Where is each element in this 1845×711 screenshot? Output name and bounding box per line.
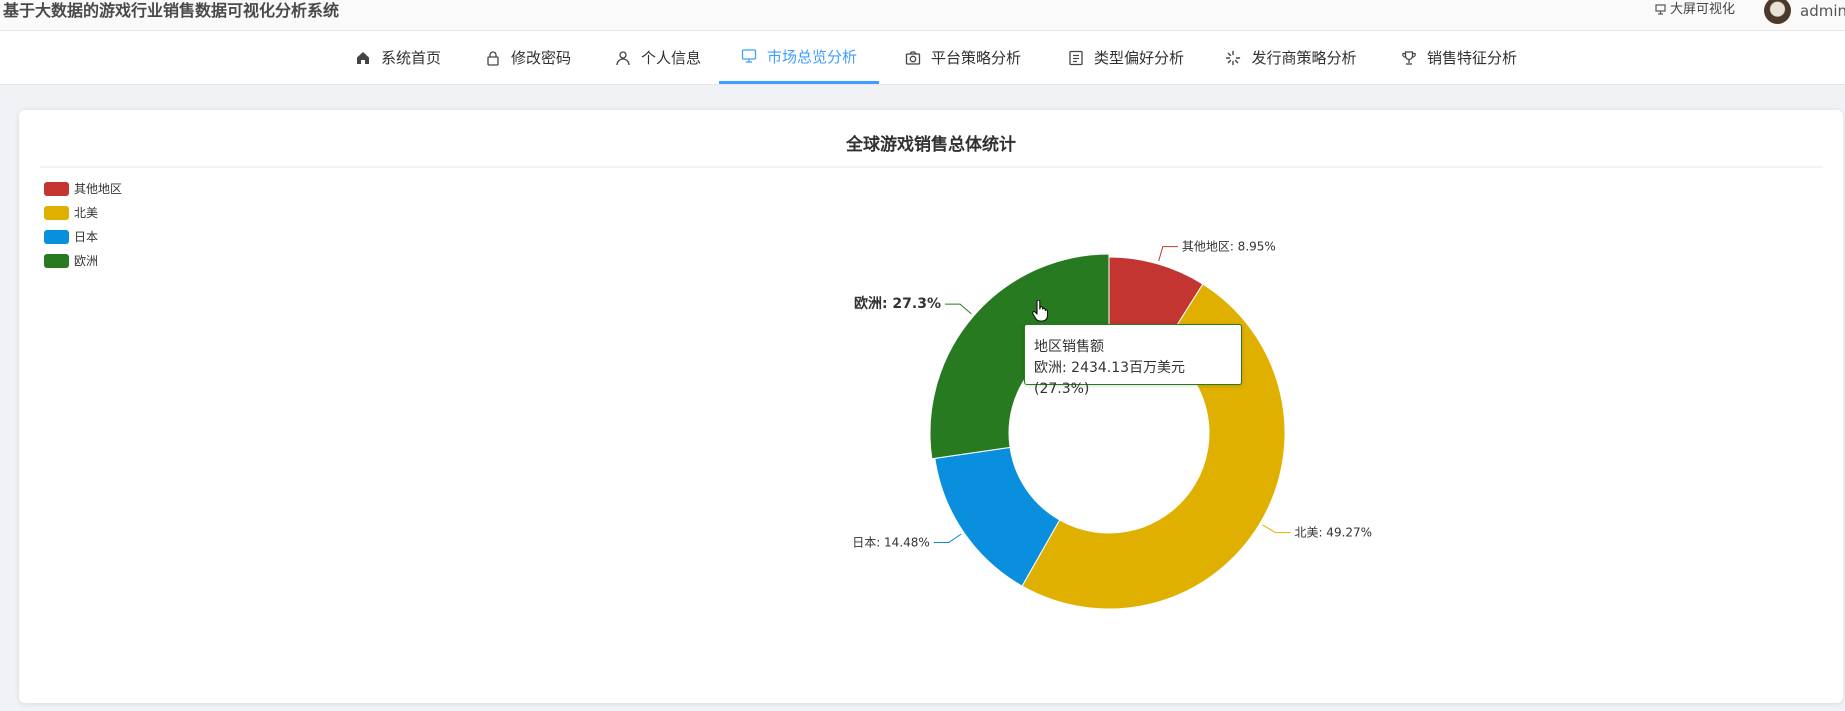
- tab-home[interactable]: 系统首页: [343, 31, 453, 84]
- nav-tabs: 系统首页 修改密码 个人信息 市场总览分析 平台策略分析 类型偏好分析 发行商策…: [0, 31, 1845, 85]
- tooltip-title: 地区销售额: [1034, 339, 1104, 355]
- legend-swatch[interactable]: [44, 230, 69, 244]
- slice-label: 欧洲: 27.3%: [854, 295, 941, 312]
- legend-label[interactable]: 日本: [74, 230, 98, 244]
- legend-swatch[interactable]: [44, 182, 69, 196]
- legend-swatch[interactable]: [44, 254, 69, 268]
- tab-label: 市场总览分析: [766, 47, 857, 66]
- tab-publisher-strategy[interactable]: 发行商策略分析: [1216, 31, 1366, 84]
- tab-label: 平台策略分析: [930, 49, 1021, 67]
- label-leader-line: [1158, 246, 1178, 262]
- camera-icon: [905, 50, 921, 65]
- tab-sales-features[interactable]: 销售特征分析: [1389, 31, 1529, 84]
- legend-swatch[interactable]: [44, 206, 69, 220]
- label-leader-line: [933, 533, 962, 543]
- slice-label: 日本: 14.48%: [852, 535, 930, 549]
- legend-label[interactable]: 欧洲: [74, 254, 98, 268]
- tab-label: 销售特征分析: [1426, 49, 1517, 67]
- donut-slices: [929, 253, 1286, 610]
- app-title: 基于大数据的游戏行业销售数据可视化分析系统: [3, 1, 340, 20]
- loading-icon: [1226, 50, 1241, 65]
- top-bar: 基于大数据的游戏行业销售数据可视化分析系统 大屏可视化 admin: [0, 0, 1845, 31]
- tab-profile[interactable]: 个人信息: [603, 31, 713, 84]
- trophy-icon: [1402, 50, 1416, 65]
- document-icon: [1069, 50, 1083, 65]
- home-icon: [356, 51, 369, 64]
- screen-icon: [1655, 4, 1666, 15]
- chart-title: 全球游戏销售总体统计: [845, 134, 1016, 155]
- tab-label: 个人信息: [640, 49, 701, 67]
- tooltip-value: 欧洲: 2434.13百万美元 (27.3%): [1034, 360, 1186, 397]
- bigscreen-link[interactable]: 大屏可视化: [1655, 1, 1735, 19]
- user-icon: [616, 50, 630, 65]
- legend-label[interactable]: 北美: [74, 206, 98, 220]
- tab-label: 发行商策略分析: [1251, 49, 1357, 67]
- chart-canvas: 全球游戏销售总体统计 其他地区北美日本欧洲 其他地区: 8.95% 北美: 49.…: [40, 134, 1823, 610]
- avatar[interactable]: [1764, 0, 1791, 24]
- slice-label: 其他地区: 8.95%: [1182, 240, 1276, 254]
- tab-label: 修改密码: [510, 49, 571, 67]
- chart-tooltip: 地区销售额 欧洲: 2434.13百万美元 (27.3%): [1024, 324, 1242, 397]
- slice-label: 北美: 49.27%: [1294, 526, 1372, 540]
- tab-change-password[interactable]: 修改密码: [473, 31, 583, 84]
- bigscreen-label: 大屏可视化: [1670, 2, 1736, 17]
- legend-label[interactable]: 其他地区: [74, 182, 122, 196]
- tab-genre-preference[interactable]: 类型偏好分析: [1056, 31, 1196, 84]
- chart-card: 全球游戏销售总体统计 其他地区北美日本欧洲 其他地区: 8.95% 北美: 49.…: [19, 110, 1843, 703]
- label-leader-line: [1262, 524, 1291, 534]
- tab-platform-strategy[interactable]: 平台策略分析: [893, 31, 1033, 84]
- tab-label: 类型偏好分析: [1093, 49, 1184, 67]
- lock-icon: [487, 50, 499, 66]
- hand-cursor-icon: [1032, 300, 1048, 322]
- username[interactable]: admin: [1800, 1, 1845, 21]
- monitor-icon: [741, 49, 757, 63]
- chart-legend: 其他地区北美日本欧洲: [44, 182, 122, 268]
- tab-market-overview[interactable]: 市场总览分析: [719, 31, 879, 84]
- tab-label: 系统首页: [380, 49, 441, 67]
- label-leader-line: [945, 303, 972, 315]
